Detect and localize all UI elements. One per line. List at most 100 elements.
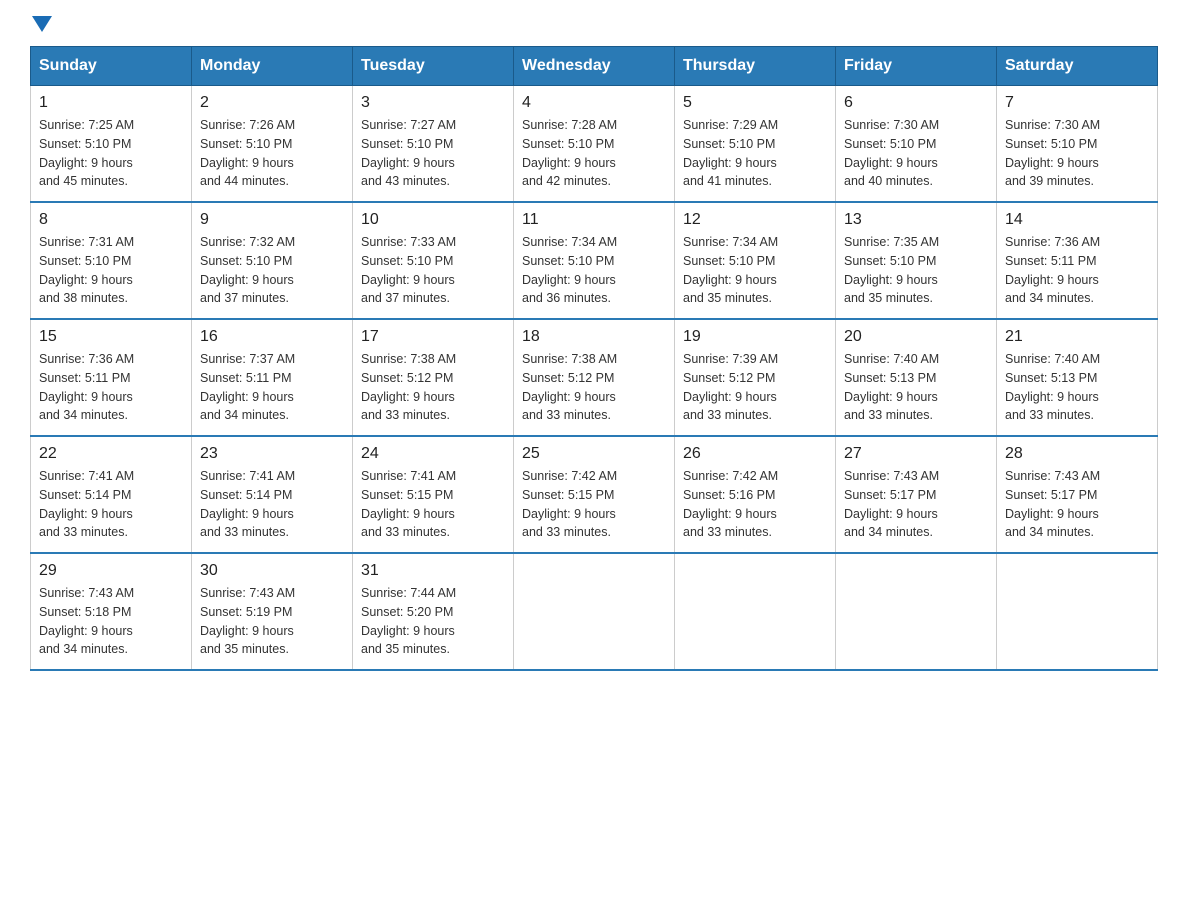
calendar-day-cell: 10 Sunrise: 7:33 AMSunset: 5:10 PMDayligh…	[353, 202, 514, 319]
calendar-week-3: 15 Sunrise: 7:36 AMSunset: 5:11 PMDayligh…	[31, 319, 1158, 436]
calendar-day-cell	[836, 553, 997, 670]
day-info: Sunrise: 7:38 AMSunset: 5:12 PMDaylight:…	[361, 350, 505, 425]
day-number: 15	[39, 328, 183, 346]
calendar-day-cell: 6 Sunrise: 7:30 AMSunset: 5:10 PMDaylight…	[836, 86, 997, 203]
day-info: Sunrise: 7:28 AMSunset: 5:10 PMDaylight:…	[522, 116, 666, 191]
calendar-day-cell: 16Sunrise: 7:37 AMSunset: 5:11 PMDayligh…	[192, 319, 353, 436]
calendar-table: SundayMondayTuesdayWednesdayThursdayFrid…	[30, 46, 1158, 671]
day-number: 19	[683, 328, 827, 346]
day-info: Sunrise: 7:34 AMSunset: 5:10 PMDaylight:…	[522, 233, 666, 308]
calendar-day-cell: 29 Sunrise: 7:43 AMSunset: 5:18 PMDayligh…	[31, 553, 192, 670]
day-info: Sunrise: 7:44 AMSunset: 5:20 PMDaylight:…	[361, 584, 505, 659]
header-monday: Monday	[192, 47, 353, 86]
day-number: 18	[522, 328, 666, 346]
calendar-day-cell: 22 Sunrise: 7:41 AMSunset: 5:14 PMDayligh…	[31, 436, 192, 553]
calendar-day-cell: 21 Sunrise: 7:40 AMSunset: 5:13 PMDayligh…	[997, 319, 1158, 436]
calendar-day-cell: 30 Sunrise: 7:43 AMSunset: 5:19 PMDayligh…	[192, 553, 353, 670]
day-info: Sunrise: 7:36 AMSunset: 5:11 PMDaylight:…	[39, 350, 183, 425]
header-tuesday: Tuesday	[353, 47, 514, 86]
calendar-day-cell: 15 Sunrise: 7:36 AMSunset: 5:11 PMDayligh…	[31, 319, 192, 436]
day-number: 22	[39, 445, 183, 463]
day-number: 3	[361, 94, 505, 112]
day-number: 30	[200, 562, 344, 580]
day-number: 7	[1005, 94, 1149, 112]
calendar-header-row: SundayMondayTuesdayWednesdayThursdayFrid…	[31, 47, 1158, 86]
day-info: Sunrise: 7:30 AMSunset: 5:10 PMDaylight:…	[1005, 116, 1149, 191]
day-number: 4	[522, 94, 666, 112]
calendar-day-cell: 5 Sunrise: 7:29 AMSunset: 5:10 PMDaylight…	[675, 86, 836, 203]
day-number: 5	[683, 94, 827, 112]
day-number: 20	[844, 328, 988, 346]
day-number: 31	[361, 562, 505, 580]
calendar-day-cell: 12 Sunrise: 7:34 AMSunset: 5:10 PMDayligh…	[675, 202, 836, 319]
calendar-day-cell: 23Sunrise: 7:41 AMSunset: 5:14 PMDayligh…	[192, 436, 353, 553]
header-friday: Friday	[836, 47, 997, 86]
calendar-day-cell: 17Sunrise: 7:38 AMSunset: 5:12 PMDayligh…	[353, 319, 514, 436]
calendar-day-cell	[675, 553, 836, 670]
calendar-day-cell: 7 Sunrise: 7:30 AMSunset: 5:10 PMDaylight…	[997, 86, 1158, 203]
day-number: 14	[1005, 211, 1149, 229]
header-saturday: Saturday	[997, 47, 1158, 86]
calendar-day-cell: 1 Sunrise: 7:25 AMSunset: 5:10 PMDaylight…	[31, 86, 192, 203]
day-info: Sunrise: 7:37 AMSunset: 5:11 PMDaylight:…	[200, 350, 344, 425]
day-info: Sunrise: 7:26 AMSunset: 5:10 PMDaylight:…	[200, 116, 344, 191]
day-number: 29	[39, 562, 183, 580]
day-info: Sunrise: 7:35 AMSunset: 5:10 PMDaylight:…	[844, 233, 988, 308]
day-info: Sunrise: 7:29 AMSunset: 5:10 PMDaylight:…	[683, 116, 827, 191]
header-thursday: Thursday	[675, 47, 836, 86]
calendar-day-cell: 20 Sunrise: 7:40 AMSunset: 5:13 PMDayligh…	[836, 319, 997, 436]
day-number: 25	[522, 445, 666, 463]
calendar-day-cell: 11 Sunrise: 7:34 AMSunset: 5:10 PMDayligh…	[514, 202, 675, 319]
day-number: 26	[683, 445, 827, 463]
day-number: 10	[361, 211, 505, 229]
day-info: Sunrise: 7:31 AMSunset: 5:10 PMDaylight:…	[39, 233, 183, 308]
calendar-week-1: 1 Sunrise: 7:25 AMSunset: 5:10 PMDaylight…	[31, 86, 1158, 203]
calendar-day-cell: 27Sunrise: 7:43 AMSunset: 5:17 PMDayligh…	[836, 436, 997, 553]
calendar-day-cell: 24Sunrise: 7:41 AMSunset: 5:15 PMDayligh…	[353, 436, 514, 553]
day-info: Sunrise: 7:25 AMSunset: 5:10 PMDaylight:…	[39, 116, 183, 191]
day-info: Sunrise: 7:38 AMSunset: 5:12 PMDaylight:…	[522, 350, 666, 425]
day-number: 11	[522, 211, 666, 229]
day-info: Sunrise: 7:42 AMSunset: 5:16 PMDaylight:…	[683, 467, 827, 542]
calendar-day-cell: 28Sunrise: 7:43 AMSunset: 5:17 PMDayligh…	[997, 436, 1158, 553]
header-wednesday: Wednesday	[514, 47, 675, 86]
page-header	[30, 20, 1158, 36]
day-info: Sunrise: 7:41 AMSunset: 5:15 PMDaylight:…	[361, 467, 505, 542]
day-info: Sunrise: 7:36 AMSunset: 5:11 PMDaylight:…	[1005, 233, 1149, 308]
calendar-day-cell: 3 Sunrise: 7:27 AMSunset: 5:10 PMDaylight…	[353, 86, 514, 203]
day-info: Sunrise: 7:34 AMSunset: 5:10 PMDaylight:…	[683, 233, 827, 308]
calendar-day-cell: 4 Sunrise: 7:28 AMSunset: 5:10 PMDaylight…	[514, 86, 675, 203]
day-info: Sunrise: 7:27 AMSunset: 5:10 PMDaylight:…	[361, 116, 505, 191]
calendar-day-cell	[514, 553, 675, 670]
day-info: Sunrise: 7:43 AMSunset: 5:19 PMDaylight:…	[200, 584, 344, 659]
day-number: 2	[200, 94, 344, 112]
day-info: Sunrise: 7:41 AMSunset: 5:14 PMDaylight:…	[39, 467, 183, 542]
day-info: Sunrise: 7:40 AMSunset: 5:13 PMDaylight:…	[1005, 350, 1149, 425]
day-number: 12	[683, 211, 827, 229]
day-info: Sunrise: 7:30 AMSunset: 5:10 PMDaylight:…	[844, 116, 988, 191]
day-number: 21	[1005, 328, 1149, 346]
calendar-day-cell	[997, 553, 1158, 670]
calendar-day-cell: 26 Sunrise: 7:42 AMSunset: 5:16 PMDayligh…	[675, 436, 836, 553]
logo	[30, 20, 52, 36]
calendar-week-4: 22 Sunrise: 7:41 AMSunset: 5:14 PMDayligh…	[31, 436, 1158, 553]
calendar-day-cell: 8Sunrise: 7:31 AMSunset: 5:10 PMDaylight…	[31, 202, 192, 319]
day-info: Sunrise: 7:43 AMSunset: 5:18 PMDaylight:…	[39, 584, 183, 659]
calendar-day-cell: 14 Sunrise: 7:36 AMSunset: 5:11 PMDayligh…	[997, 202, 1158, 319]
day-info: Sunrise: 7:33 AMSunset: 5:10 PMDaylight:…	[361, 233, 505, 308]
day-info: Sunrise: 7:40 AMSunset: 5:13 PMDaylight:…	[844, 350, 988, 425]
calendar-week-2: 8Sunrise: 7:31 AMSunset: 5:10 PMDaylight…	[31, 202, 1158, 319]
calendar-day-cell: 9 Sunrise: 7:32 AMSunset: 5:10 PMDaylight…	[192, 202, 353, 319]
calendar-day-cell: 19 Sunrise: 7:39 AMSunset: 5:12 PMDayligh…	[675, 319, 836, 436]
day-info: Sunrise: 7:32 AMSunset: 5:10 PMDaylight:…	[200, 233, 344, 308]
day-number: 1	[39, 94, 183, 112]
calendar-day-cell: 31 Sunrise: 7:44 AMSunset: 5:20 PMDayligh…	[353, 553, 514, 670]
day-number: 9	[200, 211, 344, 229]
calendar-day-cell: 18 Sunrise: 7:38 AMSunset: 5:12 PMDayligh…	[514, 319, 675, 436]
day-number: 28	[1005, 445, 1149, 463]
day-info: Sunrise: 7:42 AMSunset: 5:15 PMDaylight:…	[522, 467, 666, 542]
calendar-day-cell: 25 Sunrise: 7:42 AMSunset: 5:15 PMDayligh…	[514, 436, 675, 553]
day-number: 23	[200, 445, 344, 463]
day-number: 6	[844, 94, 988, 112]
day-info: Sunrise: 7:39 AMSunset: 5:12 PMDaylight:…	[683, 350, 827, 425]
